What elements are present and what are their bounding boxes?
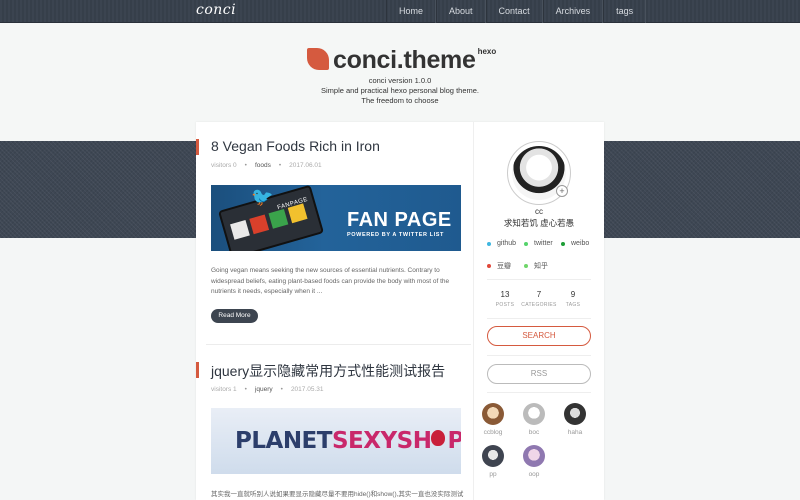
stat-label: POSTS bbox=[495, 302, 515, 308]
friend-name: ccblog bbox=[483, 429, 503, 436]
friend-avatar bbox=[482, 403, 504, 425]
stat-label: CATEGORIES bbox=[521, 302, 557, 308]
follow-plus-icon[interactable]: + bbox=[556, 185, 568, 197]
stat-posts[interactable]: 13 POSTS bbox=[487, 290, 523, 308]
post-thumbnail[interactable]: PLANETSEXYSH P bbox=[211, 408, 461, 474]
thumbnail-title: FAN PAGE bbox=[347, 209, 452, 231]
post-excerpt: 其实我一直就听别人说如果要显示隐藏尽量不要用hide()和show(),其实一直… bbox=[211, 491, 464, 498]
post-category[interactable]: jquery bbox=[255, 386, 273, 393]
social-label: 豆瓣 bbox=[497, 263, 511, 270]
meta-separator: • bbox=[244, 386, 247, 393]
nav-home[interactable]: Home bbox=[386, 0, 437, 23]
version-line: conci version 1.0.0 bbox=[368, 76, 432, 85]
friend-name: pp bbox=[489, 471, 497, 478]
social-label: twitter bbox=[534, 240, 553, 247]
read-more-button[interactable]: Read More bbox=[211, 309, 258, 323]
social-label: github bbox=[497, 240, 517, 247]
meta-separator: • bbox=[278, 162, 282, 169]
stat-number: 9 bbox=[570, 290, 576, 299]
post-category[interactable]: foods bbox=[255, 162, 271, 169]
sidebar-divider bbox=[487, 318, 591, 319]
apple-icon bbox=[431, 430, 445, 446]
title-accent-bar bbox=[196, 139, 199, 155]
post-title[interactable]: 8 Vegan Foods Rich in Iron bbox=[211, 138, 380, 154]
sidebar: + cc 求知若饥 虚心若愚 github twitter weibo 豆瓣 知… bbox=[474, 122, 604, 500]
douban-dot-icon bbox=[487, 264, 491, 268]
stat-number: 13 bbox=[500, 290, 510, 299]
brand: conci.theme hexo bbox=[307, 45, 496, 75]
friend-name: oop bbox=[528, 471, 540, 478]
stat-tags[interactable]: 9 TAGS bbox=[555, 290, 591, 308]
social-label: 知乎 bbox=[534, 263, 548, 270]
post-visitors: visitors 0 bbox=[211, 162, 237, 169]
description-line: Simple and practical hexo personal blog … bbox=[320, 86, 479, 95]
author-motto: 求知若饥 虚心若愚 bbox=[503, 218, 575, 228]
stat-label: TAGS bbox=[565, 302, 581, 308]
slogan-line: The freedom to choose bbox=[361, 96, 439, 105]
friend-name: haha bbox=[567, 429, 583, 436]
twitter-bird-icon: 🐦 bbox=[251, 187, 274, 207]
zhihu-dot-icon bbox=[524, 264, 528, 268]
friend-link[interactable]: ccblog bbox=[478, 403, 508, 436]
social-github[interactable]: github bbox=[487, 240, 516, 247]
author-name: cc bbox=[535, 207, 543, 216]
search-button[interactable]: SEARCH bbox=[487, 326, 591, 346]
brand-superscript: hexo bbox=[477, 47, 497, 56]
meta-separator: • bbox=[244, 162, 247, 169]
post-list: 8 Vegan Foods Rich in Iron visitors 0 • … bbox=[196, 122, 474, 500]
friend-avatar bbox=[564, 403, 586, 425]
social-weibo[interactable]: weibo bbox=[561, 240, 589, 247]
social-douban[interactable]: 豆瓣 bbox=[487, 261, 511, 271]
friend-link[interactable]: pp bbox=[478, 445, 508, 478]
nav-contact[interactable]: Contact bbox=[485, 0, 543, 23]
friend-avatar bbox=[523, 403, 545, 425]
post-thumbnail[interactable]: FANPAGE 🐦 FAN PAGE POWERED BY A TWITTER … bbox=[211, 185, 461, 251]
social-zhihu[interactable]: 知乎 bbox=[524, 261, 548, 271]
friend-link[interactable]: oop bbox=[519, 445, 549, 478]
friend-name: boc bbox=[528, 429, 540, 436]
top-nav: conci Home About Contact Archives tags bbox=[0, 0, 800, 23]
friend-link[interactable]: boc bbox=[519, 403, 549, 436]
social-twitter[interactable]: twitter bbox=[524, 240, 553, 247]
post-visitors: visitors 1 bbox=[211, 386, 237, 393]
post-date: 2017.06.01 bbox=[289, 162, 322, 169]
leaf-logo-icon bbox=[307, 48, 329, 70]
social-label: weibo bbox=[571, 240, 590, 247]
title-accent-bar bbox=[196, 362, 199, 378]
site-logo[interactable]: conci bbox=[196, 2, 236, 18]
weibo-dot-icon bbox=[561, 241, 565, 246]
nav-archives[interactable]: Archives bbox=[542, 0, 604, 23]
rss-button[interactable]: RSS bbox=[487, 364, 591, 384]
friend-avatar bbox=[523, 445, 545, 467]
stat-categories[interactable]: 7 CATEGORIES bbox=[521, 290, 557, 308]
meta-separator: • bbox=[280, 386, 283, 393]
post-excerpt: Going vegan means seeking the new source… bbox=[211, 267, 450, 295]
twitter-dot-icon bbox=[524, 241, 528, 246]
nav-tags[interactable]: tags bbox=[603, 0, 647, 23]
post-meta: visitors 0 • foods • 2017.06.01 bbox=[211, 162, 322, 169]
sidebar-divider bbox=[487, 279, 591, 280]
nav-about[interactable]: About bbox=[436, 0, 486, 23]
friend-link[interactable]: haha bbox=[560, 403, 590, 436]
nav-menu: Home About Contact Archives tags bbox=[386, 0, 647, 23]
friend-avatar bbox=[482, 445, 504, 467]
main-card: 8 Vegan Foods Rich in Iron visitors 0 • … bbox=[196, 122, 604, 500]
post-divider bbox=[206, 344, 471, 345]
post-date: 2017.05.31 bbox=[290, 386, 324, 393]
github-dot-icon bbox=[487, 241, 491, 246]
post-meta: visitors 1 • jquery • 2017.05.31 bbox=[211, 386, 323, 393]
thumbnail-logo-text: PLANETSEXYSH P bbox=[235, 428, 461, 454]
sidebar-divider bbox=[487, 355, 591, 356]
sidebar-divider bbox=[487, 392, 591, 393]
post-title[interactable]: jquery显示隐藏常用方式性能测试报告 bbox=[211, 361, 445, 381]
stat-number: 7 bbox=[536, 290, 542, 299]
brand-name: conci.theme bbox=[333, 46, 476, 74]
thumbnail-subtitle: POWERED BY A TWITTER LIST bbox=[347, 232, 444, 238]
hero-tagline: conci version 1.0.0 Simple and practical… bbox=[0, 76, 800, 106]
